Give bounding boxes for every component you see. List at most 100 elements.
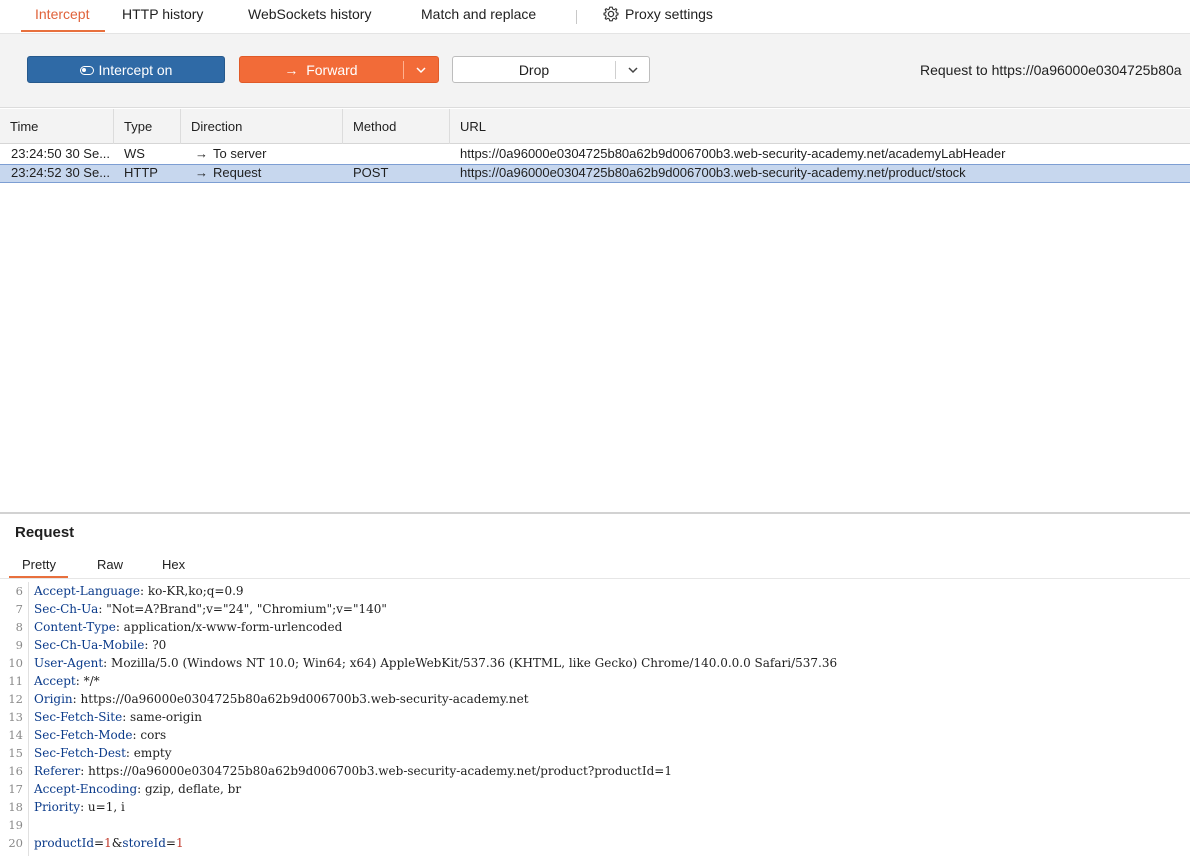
code-line: 15 Sec-Fetch-Dest: empty bbox=[0, 744, 1190, 762]
header-name: Content-Type bbox=[34, 620, 116, 634]
forward-button[interactable]: → Forward bbox=[239, 56, 439, 83]
header-value: cors bbox=[136, 728, 167, 742]
panel-splitter[interactable] bbox=[0, 512, 1190, 514]
row-direction-label: Request bbox=[213, 165, 262, 180]
line-number: 11 bbox=[8, 674, 23, 688]
header-value: u=1, i bbox=[84, 800, 125, 814]
header-name: Sec-Ch-Ua bbox=[34, 602, 99, 616]
tab-intercept[interactable]: Intercept bbox=[20, 6, 107, 32]
toggle-icon bbox=[79, 66, 94, 75]
intercept-queue-table: Time Type Direction Method URL 23:24:50 … bbox=[0, 109, 1190, 512]
header-name: Accept bbox=[34, 674, 76, 688]
code-line: 12 Origin: https://0a96000e0304725b80a62b… bbox=[0, 690, 1190, 708]
column-header-method[interactable]: Method bbox=[342, 109, 448, 144]
row-method: POST bbox=[353, 165, 389, 180]
code-line: 17 Accept-Encoding: gzip, deflate, br bbox=[0, 780, 1190, 798]
column-header-type[interactable]: Type bbox=[113, 109, 179, 144]
tab-divider bbox=[576, 10, 577, 24]
header-value: application/x-www-form-urlencoded bbox=[119, 620, 343, 634]
tab-match-and-replace[interactable]: Match and replace bbox=[421, 6, 536, 28]
header-name: Accept-Encoding bbox=[34, 782, 138, 796]
chevron-down-icon bbox=[416, 67, 426, 74]
line-number: 10 bbox=[8, 656, 23, 670]
row-type: WS bbox=[124, 146, 145, 161]
tab-proxy-settings[interactable]: Proxy settings bbox=[603, 6, 713, 28]
line-number: 7 bbox=[15, 602, 23, 616]
gear-icon bbox=[603, 6, 619, 22]
line-number: 9 bbox=[15, 638, 23, 652]
header-value: "Not=A?Brand";v="24", "Chromium";v="140" bbox=[102, 602, 387, 616]
line-number: 6 bbox=[15, 584, 23, 598]
drop-dropdown-button[interactable] bbox=[616, 57, 650, 84]
body-param-name: productId bbox=[34, 836, 95, 850]
header-value: gzip, deflate, br bbox=[141, 782, 242, 796]
row-direction: → To server bbox=[180, 145, 342, 164]
line-number: 14 bbox=[8, 728, 23, 742]
arrow-right-icon: → bbox=[195, 146, 208, 161]
body-equals: = bbox=[94, 836, 105, 850]
line-number: 19 bbox=[8, 818, 23, 832]
row-url: https://0a96000e0304725b80a62b9d006700b3… bbox=[460, 146, 1006, 161]
line-number: 8 bbox=[15, 620, 23, 634]
header-value: same-origin bbox=[126, 710, 202, 724]
header-name: Sec-Fetch-Mode bbox=[34, 728, 133, 742]
header-value: Mozilla/5.0 (Windows NT 10.0; Win64; x64… bbox=[107, 656, 838, 670]
table-row[interactable]: 23:24:50 30 Se... WS → To server https://… bbox=[0, 145, 1190, 164]
code-line: 11 Accept: */* bbox=[0, 672, 1190, 690]
tab-hex[interactable]: Hex bbox=[162, 557, 185, 572]
code-line-body: 20 productId=1&storeId=1 bbox=[0, 834, 1190, 852]
header-value: https://0a96000e0304725b80a62b9d006700b3… bbox=[84, 764, 672, 778]
code-line: 13 Sec-Fetch-Site: same-origin bbox=[0, 708, 1190, 726]
subtab-underline bbox=[0, 578, 1190, 579]
tab-pretty[interactable]: Pretty bbox=[9, 557, 68, 578]
header-name: User-Agent bbox=[34, 656, 104, 670]
forward-dropdown-button[interactable] bbox=[404, 57, 438, 84]
table-header: Time Type Direction Method URL bbox=[0, 109, 1190, 144]
body-param-name: storeId bbox=[122, 836, 166, 850]
forward-label: Forward bbox=[306, 62, 358, 78]
drop-button[interactable]: Drop bbox=[452, 56, 650, 83]
row-time: 23:24:52 30 Se... bbox=[11, 165, 111, 180]
line-number: 16 bbox=[8, 764, 23, 778]
arrow-right-icon: → bbox=[284, 62, 299, 78]
proxy-settings-label: Proxy settings bbox=[625, 6, 713, 22]
forward-label-wrap: → Forward bbox=[240, 57, 402, 84]
code-line: 9 Sec-Ch-Ua-Mobile: ?0 bbox=[0, 636, 1190, 654]
header-name: Origin bbox=[34, 692, 73, 706]
tab-raw[interactable]: Raw bbox=[97, 557, 123, 572]
header-name: Priority bbox=[34, 800, 81, 814]
header-value: ko-KR,ko;q=0.9 bbox=[144, 584, 244, 598]
tab-http-history[interactable]: HTTP history bbox=[122, 6, 203, 28]
row-direction: → Request bbox=[180, 164, 342, 183]
drop-label: Drop bbox=[518, 62, 550, 78]
code-line: 6 Accept-Language: ko-KR,ko;q=0.9 bbox=[0, 582, 1190, 600]
header-value: */* bbox=[79, 674, 100, 688]
body-param-value: 1 bbox=[104, 836, 112, 850]
chevron-down-icon bbox=[628, 67, 638, 74]
table-row[interactable]: 23:24:52 30 Se... HTTP → Request POST htt… bbox=[0, 164, 1190, 183]
body-param-value: 1 bbox=[175, 836, 184, 850]
request-editor[interactable]: 6 Accept-Language: ko-KR,ko;q=0.9 7 Sec-Ch… bbox=[0, 582, 1190, 856]
intercept-toggle-button[interactable]: Intercept on bbox=[27, 56, 225, 83]
code-line: 19 bbox=[0, 816, 1190, 834]
intercept-toolbar: Intercept on → Forward Drop Request to h… bbox=[0, 34, 1190, 108]
request-panel-title: Request bbox=[15, 524, 75, 541]
column-header-direction[interactable]: Direction bbox=[180, 109, 342, 144]
code-line: 18 Priority: u=1, i bbox=[0, 798, 1190, 816]
column-header-url[interactable]: URL bbox=[449, 109, 1190, 144]
code-line: 14 Sec-Fetch-Mode: cors bbox=[0, 726, 1190, 744]
code-line: 8 Content-Type: application/x-www-form-ur… bbox=[0, 618, 1190, 636]
header-name: Accept-Language bbox=[34, 584, 140, 598]
line-number: 17 bbox=[8, 782, 23, 796]
tab-websockets-history[interactable]: WebSockets history bbox=[248, 6, 371, 28]
body-equals: = bbox=[165, 836, 176, 850]
header-value: empty bbox=[129, 746, 172, 760]
code-line: 16 Referer: https://0a96000e0304725b80a62… bbox=[0, 762, 1190, 780]
header-name: Sec-Fetch-Site bbox=[34, 710, 123, 724]
row-time: 23:24:50 30 Se... bbox=[11, 146, 111, 161]
code-line: 7 Sec-Ch-Ua: "Not=A?Brand";v="24", "Chrom… bbox=[0, 600, 1190, 618]
intercept-label: Intercept on bbox=[98, 62, 173, 78]
header-name: Referer bbox=[34, 764, 81, 778]
column-header-time[interactable]: Time bbox=[0, 109, 113, 144]
header-value: https://0a96000e0304725b80a62b9d006700b3… bbox=[76, 692, 529, 706]
